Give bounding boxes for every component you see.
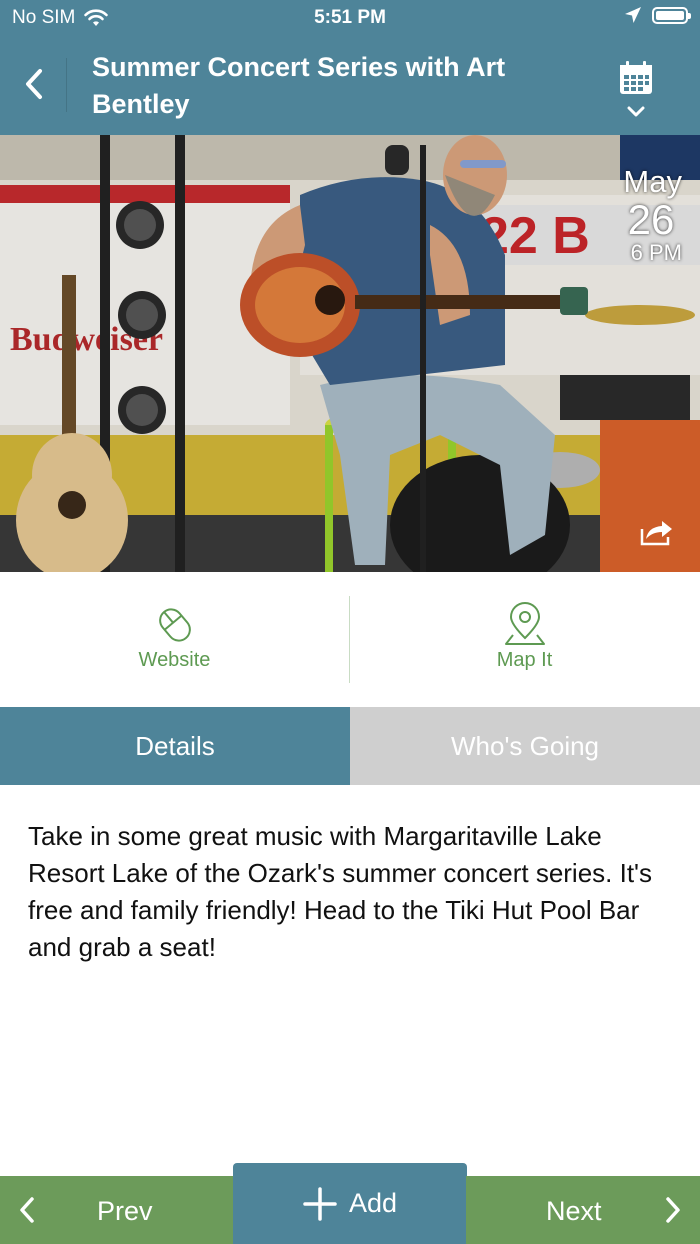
event-photo: 22 B Budweiser — [0, 135, 700, 572]
action-row: Website Map It — [0, 572, 700, 707]
next-button[interactable]: Next — [466, 1176, 700, 1244]
chevron-right-icon — [666, 1197, 680, 1223]
add-label: Add — [348, 1188, 398, 1218]
calendar-icon — [620, 61, 652, 94]
map-it-label: Map It — [496, 649, 553, 671]
mouse-icon — [158, 608, 191, 642]
prev-button[interactable]: Prev — [0, 1176, 234, 1244]
website-button[interactable]: Website — [0, 572, 349, 707]
prev-label: Prev — [97, 1196, 153, 1226]
event-month: May — [623, 164, 682, 199]
tab-details[interactable]: Details — [0, 707, 350, 785]
next-label: Next — [546, 1196, 602, 1226]
status-time: 5:51 PM — [314, 7, 386, 28]
website-label: Website — [138, 649, 211, 671]
bottom-nav: Prev Add Next — [0, 1163, 700, 1244]
event-time: 6 PM — [630, 240, 682, 265]
header-bar: Summer Concert Series with Art Bentley — [0, 34, 700, 135]
event-day: 26 — [627, 196, 675, 243]
map-it-button[interactable]: Map It — [350, 572, 699, 707]
back-button[interactable] — [14, 62, 54, 106]
calendar-dropdown-button[interactable] — [612, 56, 660, 124]
battery-icon — [652, 6, 691, 24]
location-arrow-icon — [625, 7, 641, 23]
event-date-badge: May 26 6 PM — [592, 165, 682, 265]
status-bar: No SIM 5:51 PM — [0, 0, 700, 34]
map-pin-icon — [504, 602, 545, 645]
share-button[interactable] — [638, 517, 674, 547]
chevron-left-icon — [26, 69, 42, 99]
header-divider — [66, 58, 67, 112]
status-right-group — [624, 6, 691, 24]
tab-bar: Details Who's Going — [0, 707, 700, 785]
add-button[interactable]: Add — [233, 1163, 467, 1244]
page-title: Summer Concert Series with Art Bentley — [92, 52, 506, 119]
event-description: Take in some great music with Margaritav… — [28, 821, 653, 962]
chevron-down-icon — [627, 106, 645, 117]
plus-icon — [303, 1186, 337, 1221]
tab-whos-going[interactable]: Who's Going — [350, 707, 700, 785]
share-icon — [640, 521, 672, 546]
chevron-left-icon — [20, 1197, 34, 1223]
